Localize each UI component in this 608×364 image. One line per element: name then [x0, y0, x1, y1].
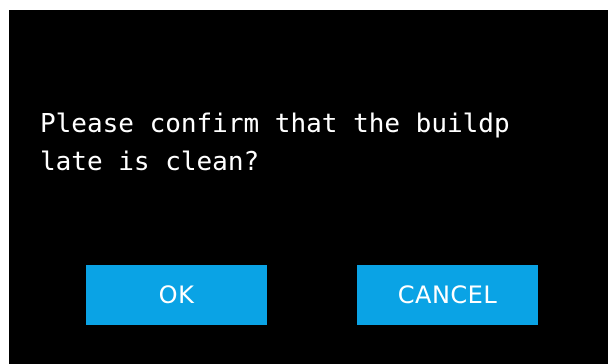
dialog-message: Please confirm that the buildp late is c… [40, 109, 510, 177]
confirm-dialog: Please confirm that the buildp late is c… [9, 10, 608, 364]
ok-button[interactable]: OK [86, 265, 267, 325]
cancel-button-label: CANCEL [397, 281, 498, 309]
ok-button-label: OK [158, 281, 195, 309]
cancel-button[interactable]: CANCEL [357, 265, 538, 325]
